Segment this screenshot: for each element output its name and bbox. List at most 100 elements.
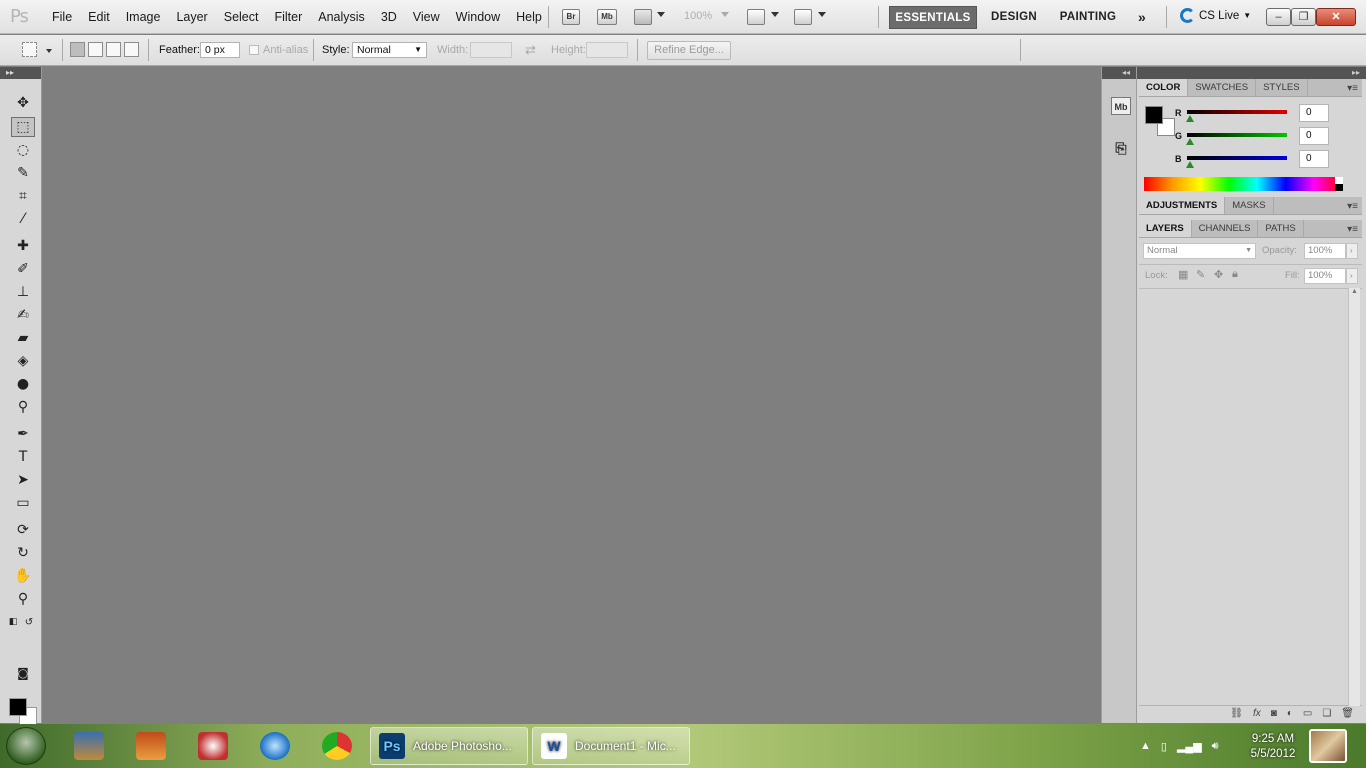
green-slider[interactable]: G 0 [1175,127,1355,150]
menu-help[interactable]: Help [508,0,550,34]
path-selection-tool-icon[interactable]: ➤ [11,470,35,490]
chevron-down-icon[interactable] [721,12,729,17]
menu-window[interactable]: Window [448,0,508,34]
panels-collapse-icon[interactable]: ▸▸ [1137,67,1366,79]
tray-expand-icon[interactable]: ▲ [1140,740,1151,752]
blend-mode-select[interactable]: Normal ▼ [1143,243,1256,259]
3d-rotate-tool-icon[interactable]: ⟳ [11,520,35,540]
tab-adjustments[interactable]: ADJUSTMENTS [1139,197,1226,214]
new-group-icon[interactable]: ▭ [1303,706,1312,721]
layers-list[interactable] [1139,289,1359,699]
link-layers-icon[interactable]: ⛓ [1230,706,1243,721]
tab-masks[interactable]: MASKS [1225,197,1274,214]
height-input[interactable] [586,42,628,58]
menu-analysis[interactable]: Analysis [310,0,373,34]
bridge-button[interactable]: Br [562,9,580,25]
menu-edit[interactable]: Edit [80,0,118,34]
rectangle-tool-icon[interactable]: ▭ [11,493,35,513]
green-track[interactable] [1187,133,1287,137]
workspace-essentials[interactable]: ESSENTIALS [889,6,977,29]
zoom-level[interactable]: 100% [684,10,712,22]
zoom-tool-icon[interactable]: ⚲ [11,589,35,609]
panel-menu-icon[interactable]: ▾≡ [1347,201,1358,212]
tab-swatches[interactable]: SWATCHES [1188,79,1257,96]
3d-orbit-tool-icon[interactable]: ↻ [11,543,35,563]
opacity-input[interactable]: 100% [1304,243,1346,259]
marquee-preset-icon[interactable] [22,42,37,57]
tab-layers[interactable]: LAYERS [1139,220,1192,237]
pen-tool-icon[interactable]: ✒ [11,424,35,444]
minibridge-button[interactable]: Mb [597,9,617,25]
canvas-area[interactable] [43,67,1101,723]
lasso-tool-icon[interactable]: ◌ [11,140,35,160]
layer-style-icon[interactable]: fx [1253,706,1261,721]
add-selection-icon[interactable] [88,42,103,57]
menu-image[interactable]: Image [118,0,169,34]
tools-collapse-icon[interactable]: ▸▸ [0,67,41,79]
menu-layer[interactable]: Layer [168,0,215,34]
quick-mask-icon[interactable]: ◙ [11,663,35,683]
scroll-up-icon[interactable]: ▲ [1349,288,1360,295]
menu-view[interactable]: View [405,0,448,34]
red-thumb[interactable] [1186,115,1194,122]
default-colors-icon[interactable]: ◧ [6,612,20,632]
blue-slider[interactable]: B 0 [1175,150,1355,173]
swap-colors-icon[interactable]: ↺ [22,612,36,632]
paint-app-icon[interactable] [198,732,228,760]
restore-button[interactable]: ❐ [1291,8,1316,26]
clone-stamp-tool-icon[interactable]: ⊥ [11,282,35,302]
foreground-color-swatch[interactable] [9,698,27,716]
dock-collapse-icon[interactable]: ◂◂ [1102,67,1136,79]
paint-bucket-tool-icon[interactable]: ◈ [11,351,35,371]
crop-tool-icon[interactable]: ⌗ [11,186,35,206]
spot-healing-tool-icon[interactable]: ✚ [11,236,35,256]
battery-icon[interactable]: ▯ [1161,740,1167,753]
workspace-painting[interactable]: PAINTING [1053,6,1123,29]
close-button[interactable]: ✕ [1316,8,1356,26]
style-select[interactable]: Normal ▼ [352,42,427,58]
history-panel-icon[interactable]: ⎘ [1111,139,1131,157]
color-spectrum-bar[interactable] [1144,177,1342,191]
blue-thumb[interactable] [1186,161,1194,168]
chrome-icon[interactable] [322,732,352,760]
workspace-more-button[interactable]: » [1132,6,1152,29]
red-track[interactable] [1187,110,1287,114]
lock-position-icon[interactable]: ✥ [1214,268,1223,281]
tab-color[interactable]: COLOR [1139,79,1189,96]
start-button[interactable] [6,727,46,765]
network-icon[interactable]: ▂▄▆ [1177,740,1202,753]
chevron-down-icon[interactable] [657,12,665,17]
minimize-button[interactable]: – [1266,8,1291,26]
green-thumb[interactable] [1186,138,1194,145]
refine-edge-button[interactable]: Refine Edge... [647,41,731,60]
eyedropper-tool-icon[interactable]: ⁄ [11,209,35,229]
anti-alias-checkbox[interactable] [249,45,259,55]
taskbar-photoshop[interactable]: Ps Adobe Photosho... [370,727,528,765]
intersect-selection-icon[interactable] [124,42,139,57]
internet-explorer-icon[interactable] [260,732,290,760]
menu-filter[interactable]: Filter [266,0,310,34]
chevron-down-icon[interactable] [771,12,779,17]
adjustment-layer-icon[interactable]: ◐ [1287,706,1293,721]
swap-icon[interactable]: ⇄ [525,42,536,58]
new-layer-icon[interactable]: ❏ [1322,706,1331,721]
eraser-tool-icon[interactable]: ▰ [11,328,35,348]
foreground-color-box[interactable] [1145,106,1163,124]
tab-paths[interactable]: PATHS [1258,220,1304,237]
menu-file[interactable]: File [44,0,80,34]
tab-styles[interactable]: STYLES [1256,79,1308,96]
feather-input[interactable]: 0 px [200,42,240,58]
red-input[interactable]: 0 [1299,104,1329,122]
dodge-tool-icon[interactable]: ⚲ [11,397,35,417]
taskbar-word[interactable]: W Document1 - Mic... [532,727,690,765]
delete-layer-icon[interactable]: 🗑︎ [1341,706,1354,721]
rectangular-marquee-tool-icon[interactable]: ⬚ [11,117,35,137]
volume-icon[interactable]: 🔊︎ [1212,740,1219,753]
chevron-down-icon[interactable] [818,12,826,17]
subtract-selection-icon[interactable] [106,42,121,57]
user-avatar[interactable] [1309,729,1347,763]
tab-channels[interactable]: CHANNELS [1192,220,1259,237]
blue-input[interactable]: 0 [1299,150,1329,168]
view-extras-icon[interactable] [634,9,652,25]
green-input[interactable]: 0 [1299,127,1329,145]
